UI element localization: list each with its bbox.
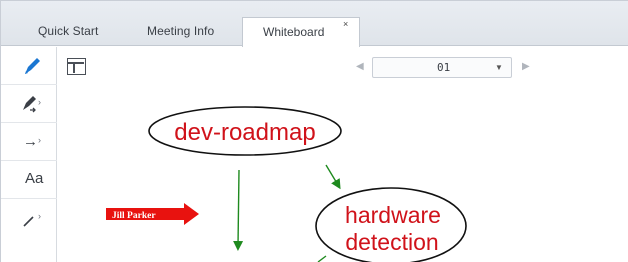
line-tool-button[interactable]: › — [1, 199, 57, 237]
highlighter-tool-button[interactable]: › — [1, 85, 57, 123]
highlighter-icon — [23, 96, 36, 113]
text-tool-button[interactable]: Aa — [1, 161, 57, 199]
arrow-tool-button[interactable]: → › — [1, 123, 57, 161]
previous-page-icon[interactable]: ◀ — [356, 61, 364, 72]
next-page-icon[interactable]: ▶ — [522, 61, 530, 72]
whiteboard-canvas[interactable] — [58, 84, 628, 262]
close-icon[interactable]: × — [343, 19, 348, 29]
text-tool-icon: Aa — [25, 170, 44, 187]
arrow-tool-icon: → — [23, 133, 38, 150]
tab-meeting-info[interactable]: Meeting Info — [147, 24, 214, 38]
tab-quick-start[interactable]: Quick Start — [38, 24, 98, 38]
line-tool-icon — [23, 216, 34, 227]
page-select[interactable]: 01 ▼ — [372, 57, 512, 78]
pen-tool-button[interactable] — [1, 47, 57, 85]
chevron-right-icon: › — [38, 97, 41, 107]
layout-panel-icon[interactable] — [67, 58, 86, 75]
chevron-down-icon: ▼ — [495, 63, 503, 72]
tab-whiteboard-label: Whiteboard — [263, 25, 325, 39]
drawing-toolbar: › → › Aa › — [1, 47, 57, 262]
tab-whiteboard[interactable]: Whiteboard × — [242, 17, 360, 47]
page-select-value: 01 — [437, 61, 451, 74]
pen-icon — [25, 58, 40, 74]
chevron-right-icon: › — [38, 211, 41, 221]
chevron-right-icon: › — [38, 135, 41, 145]
